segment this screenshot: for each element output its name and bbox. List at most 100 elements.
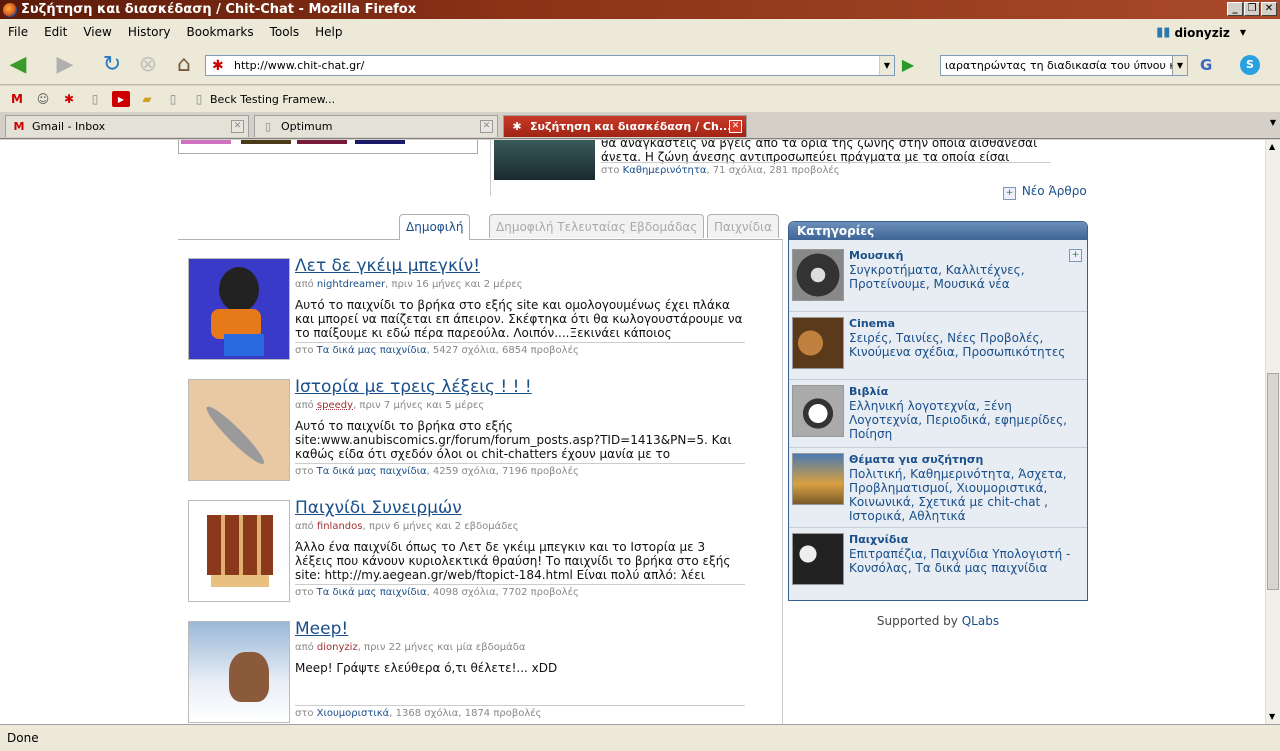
chitchat-icon: ✱ (512, 119, 522, 133)
tab-games[interactable]: Παιχνίδια (707, 214, 780, 238)
category-link[interactable]: Χιουμοριστικά (317, 708, 390, 719)
divider (490, 140, 491, 196)
qlabs-link[interactable]: QLabs (962, 614, 999, 628)
post-thumbnail[interactable] (188, 258, 290, 360)
reload-icon[interactable]: ↻ (99, 51, 125, 77)
thumbnail (297, 140, 347, 144)
article-text-line: θα αναγκαστείς να βγεις από τα όρια της … (601, 140, 1038, 150)
beck-testing-bookmark[interactable]: Beck Testing Framew... (210, 93, 335, 106)
gmail-icon: M (13, 119, 25, 133)
forward-icon[interactable]: ▶ (52, 51, 78, 77)
post-footer: στο Τα δικά μας παιχνίδια, 5427 σχόλια, … (295, 342, 745, 356)
owl-bookmark-icon[interactable]: ☺ (34, 91, 52, 107)
tab-gmail[interactable]: M Gmail - Inbox ✕ (5, 115, 249, 137)
category-link[interactable]: Τα δικά μας παιχνίδια (317, 466, 427, 477)
post-thumbnail[interactable] (188, 621, 290, 723)
search-input[interactable]: ιαρατηρώντας τη διαδικασία του ύπνου και… (940, 55, 1188, 76)
author-link[interactable]: dionyziz (317, 642, 358, 653)
post-title[interactable]: Meep! (295, 619, 348, 639)
category-links[interactable]: Επιτραπέζια, Παιχνίδια Υπολογιστή - Κονσ… (849, 547, 1079, 575)
post-byline: από speedy, πριν 7 μήνες και 5 μέρες (295, 400, 484, 411)
folder-bookmark-icon[interactable]: ▰ (138, 91, 156, 107)
menu-bar: File Edit View History Bookmarks Tools H… (0, 19, 1280, 45)
category-name[interactable]: Cinema (849, 317, 895, 330)
category-name[interactable]: Παιχνίδια (849, 533, 908, 546)
byline-prefix: από (295, 642, 314, 653)
minimize-button[interactable]: _ (1227, 2, 1243, 16)
skype-icon[interactable]: S (1240, 55, 1260, 75)
previous-section-box (178, 140, 478, 154)
column-divider (782, 239, 783, 724)
user-badge[interactable]: ▮▮ dionyziz ▼ (1156, 25, 1246, 40)
category-discussion: Θέματα για συζήτηση Πολιτική, Καθημερινό… (789, 448, 1087, 528)
url-dropdown-icon[interactable]: ▼ (879, 56, 894, 75)
maximize-button[interactable]: ❐ (1244, 2, 1260, 16)
chitchat-bookmark-icon[interactable]: ✱ (60, 91, 78, 107)
category-name[interactable]: Βιβλία (849, 385, 888, 398)
category-link[interactable]: Τα δικά μας παιχνίδια (317, 345, 427, 356)
post-title[interactable]: Ιστορία με τρεις λέξεις ! ! ! (295, 377, 532, 397)
close-tab-icon[interactable]: ✕ (480, 120, 493, 133)
tab-popular-week[interactable]: Δημοφιλή Τελευταίας Εβδομάδας (489, 214, 705, 238)
menu-bookmarks[interactable]: Bookmarks (179, 25, 262, 39)
back-icon[interactable]: ◀ (5, 51, 31, 77)
author-link[interactable]: speedy (317, 400, 353, 411)
category-links[interactable]: Ελληνική λογοτεχνία, Ξένη Λογοτεχνία, Πε… (849, 399, 1079, 441)
close-button[interactable]: ✕ (1261, 2, 1277, 16)
scroll-thumb[interactable] (1267, 373, 1279, 590)
post-title[interactable]: Παιχνίδι Συνειρμών (295, 498, 462, 518)
page-bookmark-icon[interactable]: ▯ (190, 91, 208, 107)
menu-edit[interactable]: Edit (36, 25, 75, 39)
search-text: ιαρατηρώντας τη διαδικασία του ύπνου και… (945, 59, 1188, 72)
category-games: Παιχνίδια Επιτραπέζια, Παιχνίδια Υπολογι… (789, 528, 1087, 600)
tab-popular[interactable]: Δημοφιλή (399, 214, 471, 240)
stop-icon[interactable]: ⊗ (135, 51, 161, 77)
menu-file[interactable]: File (0, 25, 36, 39)
post-thumbnail[interactable] (188, 379, 290, 481)
go-button[interactable]: ▶ (897, 55, 919, 76)
menu-history[interactable]: History (120, 25, 179, 39)
page-bookmark-icon[interactable]: ▯ (86, 91, 104, 107)
category-links[interactable]: Συγκροτήματα, Καλλιτέχνες, Προτείνουμε, … (849, 263, 1079, 291)
byline-prefix: από (295, 400, 314, 411)
tab-chitchat[interactable]: ✱ Συζήτηση και διασκέδαση / Ch... ✕ (503, 115, 747, 137)
tab-list-icon[interactable]: ▼ (1270, 118, 1276, 127)
author-link[interactable]: finlandos (317, 521, 363, 532)
search-dropdown-icon[interactable]: ▼ (1172, 56, 1187, 75)
category-name[interactable]: Μουσική (849, 249, 903, 262)
youtube-bookmark-icon[interactable]: ▶ (112, 91, 130, 107)
vertical-scrollbar[interactable]: ▲ ▼ (1265, 140, 1280, 724)
author-link[interactable]: nightdreamer (317, 279, 385, 290)
category-link[interactable]: Καθημερινότητα (623, 165, 707, 176)
category-name[interactable]: Θέματα για συζήτηση (849, 453, 983, 466)
thumbnail (181, 140, 231, 144)
post-excerpt: Αυτό το παιχνίδι το βρήκα στο εξής site … (295, 298, 743, 340)
post-thumbnail[interactable] (188, 500, 290, 602)
menu-help[interactable]: Help (307, 25, 350, 39)
home-icon[interactable]: ⌂ (171, 51, 197, 77)
google-icon[interactable]: G (1200, 56, 1212, 74)
post-title[interactable]: Λετ δε γκέιμ μπεγκίν! (295, 256, 480, 276)
url-bar[interactable]: ✱ http://www.chit-chat.gr/ ▼ (205, 55, 895, 76)
post-excerpt: Αυτό το παιχνίδι το βρήκα στο εξής site:… (295, 419, 732, 461)
tab-label: Gmail - Inbox (32, 120, 106, 133)
tab-optimum[interactable]: ▯ Optimum ✕ (254, 115, 498, 137)
close-tab-icon[interactable]: ✕ (729, 120, 742, 133)
new-article-icon: + (1003, 187, 1016, 200)
post-date: , πριν 6 μήνες και 2 εβδομάδες (362, 521, 519, 532)
page-bookmark-icon[interactable]: ▯ (164, 91, 182, 107)
category-links[interactable]: Πολιτική, Καθημερινότητα, Άσχετα, Προβλη… (849, 467, 1079, 523)
scroll-up-icon[interactable]: ▲ (1269, 142, 1275, 151)
meta-prefix: στο (601, 165, 620, 176)
gmail-bookmark-icon[interactable]: M (8, 91, 26, 107)
scroll-down-icon[interactable]: ▼ (1269, 712, 1275, 721)
menu-tools[interactable]: Tools (262, 25, 308, 39)
new-article-link[interactable]: + Νέο Άρθρο (1003, 184, 1087, 200)
category-links[interactable]: Σειρές, Ταινίες, Νέες Προβολές, Κινούμεν… (849, 331, 1079, 359)
category-cinema: Cinema Σειρές, Ταινίες, Νέες Προβολές, Κ… (789, 312, 1087, 380)
window-title: Συζήτηση και διασκέδαση / Chit-Chat - Mo… (21, 2, 417, 17)
category-link[interactable]: Τα δικά μας παιχνίδια (317, 587, 427, 598)
close-tab-icon[interactable]: ✕ (231, 120, 244, 133)
post-byline: από nightdreamer, πριν 16 μήνες και 2 μέ… (295, 279, 523, 290)
menu-view[interactable]: View (75, 25, 119, 39)
